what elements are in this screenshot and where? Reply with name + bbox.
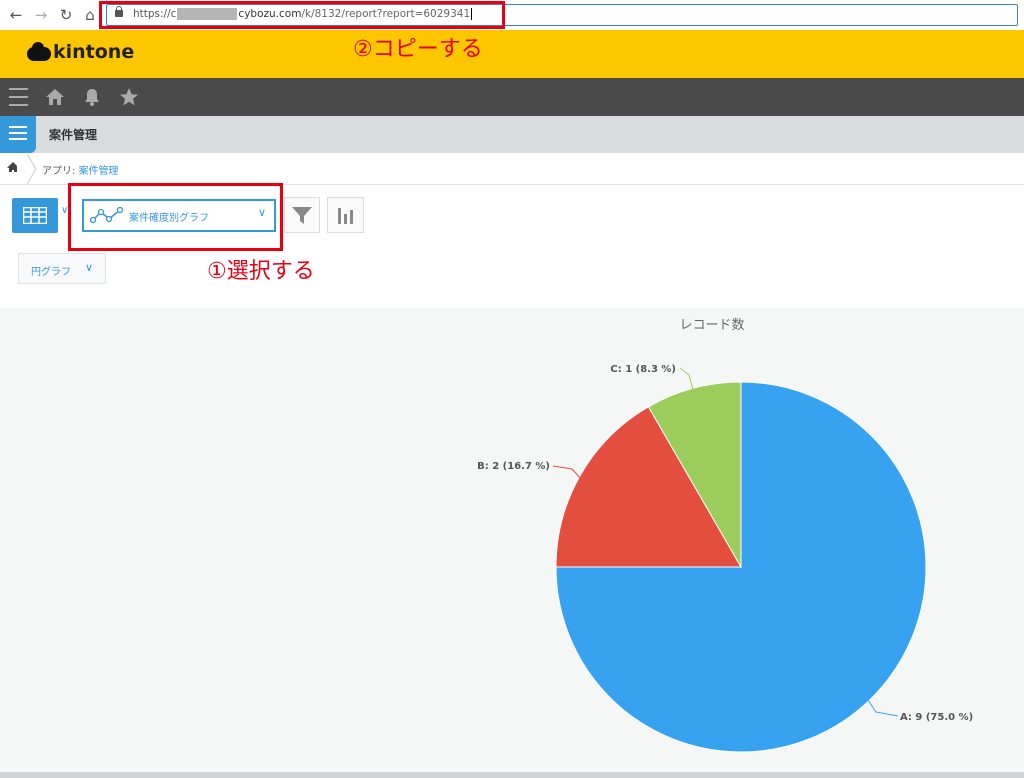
pie-data-label-c: C: 1 (8.3 %) [610, 364, 676, 375]
pie-leader-line-c [679, 367, 694, 391]
pie-leader-line-b [552, 465, 583, 481]
pie-chart: A: 9 (75.0 %) B: 2 (16.7 %) C: 1 (8.3 %) [477, 364, 973, 753]
pie-data-label-b: B: 2 (16.7 %) [477, 461, 550, 472]
pie-leader-line-a [867, 699, 899, 717]
pie-data-label-a: A: 9 (75.0 %) [900, 712, 973, 723]
